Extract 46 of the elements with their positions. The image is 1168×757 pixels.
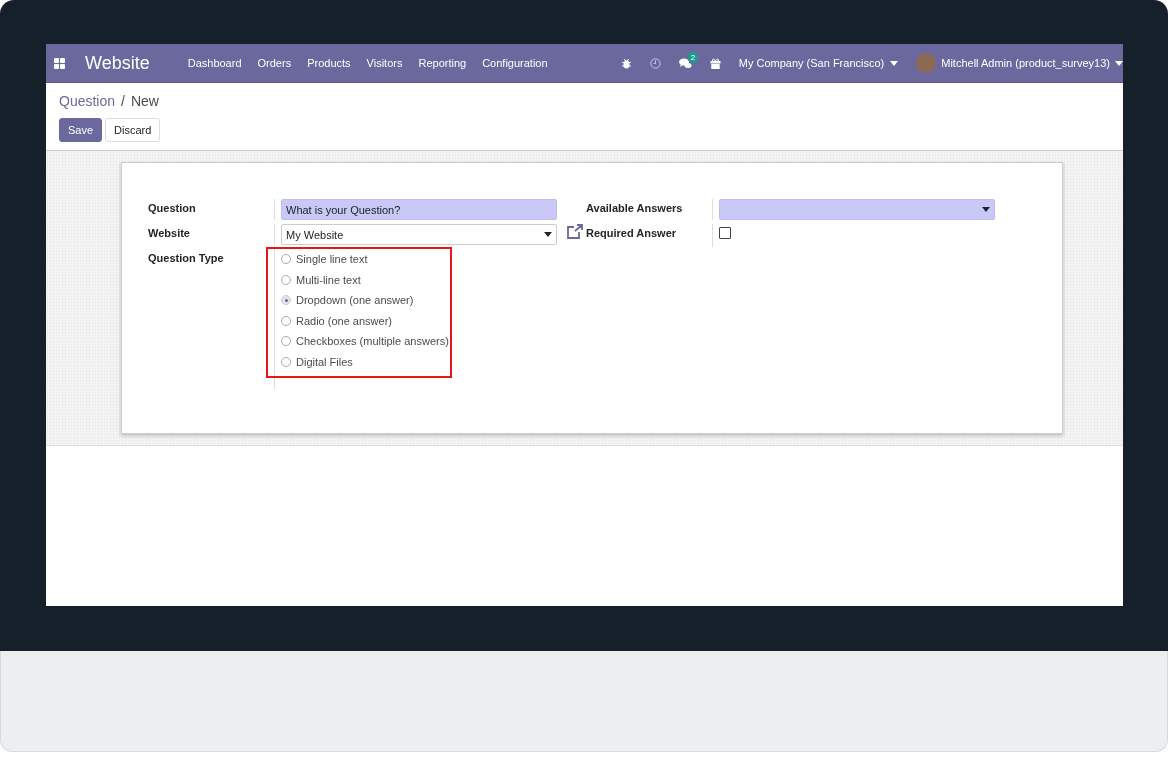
menu-item[interactable]: Configuration: [474, 57, 556, 69]
menu-item[interactable]: Visitors: [358, 57, 411, 69]
breadcrumb-current: New: [130, 93, 159, 109]
menu-item[interactable]: Dashboard: [179, 57, 250, 69]
clock-icon[interactable]: [649, 57, 661, 69]
external-link-icon[interactable]: [566, 224, 583, 239]
required-answer-checkbox[interactable]: [719, 227, 731, 239]
chat-icon[interactable]: [678, 57, 692, 69]
radio-button[interactable]: [281, 295, 291, 306]
apps-grid-icon[interactable]: [54, 57, 65, 69]
radio-button[interactable]: [281, 356, 291, 367]
radio-label[interactable]: Digital Files: [296, 355, 353, 368]
caret-icon: [890, 60, 899, 66]
save-button[interactable]: Save: [59, 118, 103, 142]
menu-item[interactable]: Orders: [249, 57, 300, 69]
field-label: Required Answer: [586, 226, 678, 241]
radio-button[interactable]: [281, 254, 291, 265]
company-switcher[interactable]: My Company (San Francisco): [738, 57, 899, 69]
caret-icon: [982, 207, 990, 212]
discard-button[interactable]: Discard: [105, 118, 161, 142]
breadcrumb-link[interactable]: Question: [59, 93, 116, 109]
field-label: Available Answers: [586, 201, 684, 216]
radio-label[interactable]: Checkboxes (multiple answers): [296, 335, 449, 348]
radio-label[interactable]: Multi-line text: [296, 273, 361, 286]
message-count-badge: 2: [687, 51, 699, 63]
app-name[interactable]: Website: [85, 52, 150, 74]
bug-icon[interactable]: [620, 57, 632, 69]
field-label: Website: [148, 226, 191, 241]
radio-label[interactable]: Radio (one answer): [296, 314, 392, 327]
field-label: Question: [148, 201, 197, 216]
radio-label[interactable]: Single line text: [296, 253, 368, 266]
caret-icon: [544, 232, 552, 237]
field-label: Question Type: [148, 251, 225, 266]
menu-item[interactable]: Products: [299, 57, 359, 69]
question-input[interactable]: What is your Question?: [281, 199, 557, 220]
caret-icon: [1115, 60, 1123, 66]
gift-icon[interactable]: [709, 57, 721, 69]
radio-button[interactable]: [281, 336, 291, 347]
user-menu[interactable]: Mitchell Admin (product_survey13): [916, 53, 1123, 73]
breadcrumb-separator: /: [121, 93, 125, 109]
avatar-icon: [916, 53, 937, 73]
radio-label[interactable]: Dropdown (one answer): [296, 294, 414, 307]
website-select[interactable]: My Website: [281, 224, 557, 245]
radio-button[interactable]: [281, 315, 291, 326]
menu-item[interactable]: Reporting: [410, 57, 475, 69]
radio-button[interactable]: [281, 274, 291, 285]
